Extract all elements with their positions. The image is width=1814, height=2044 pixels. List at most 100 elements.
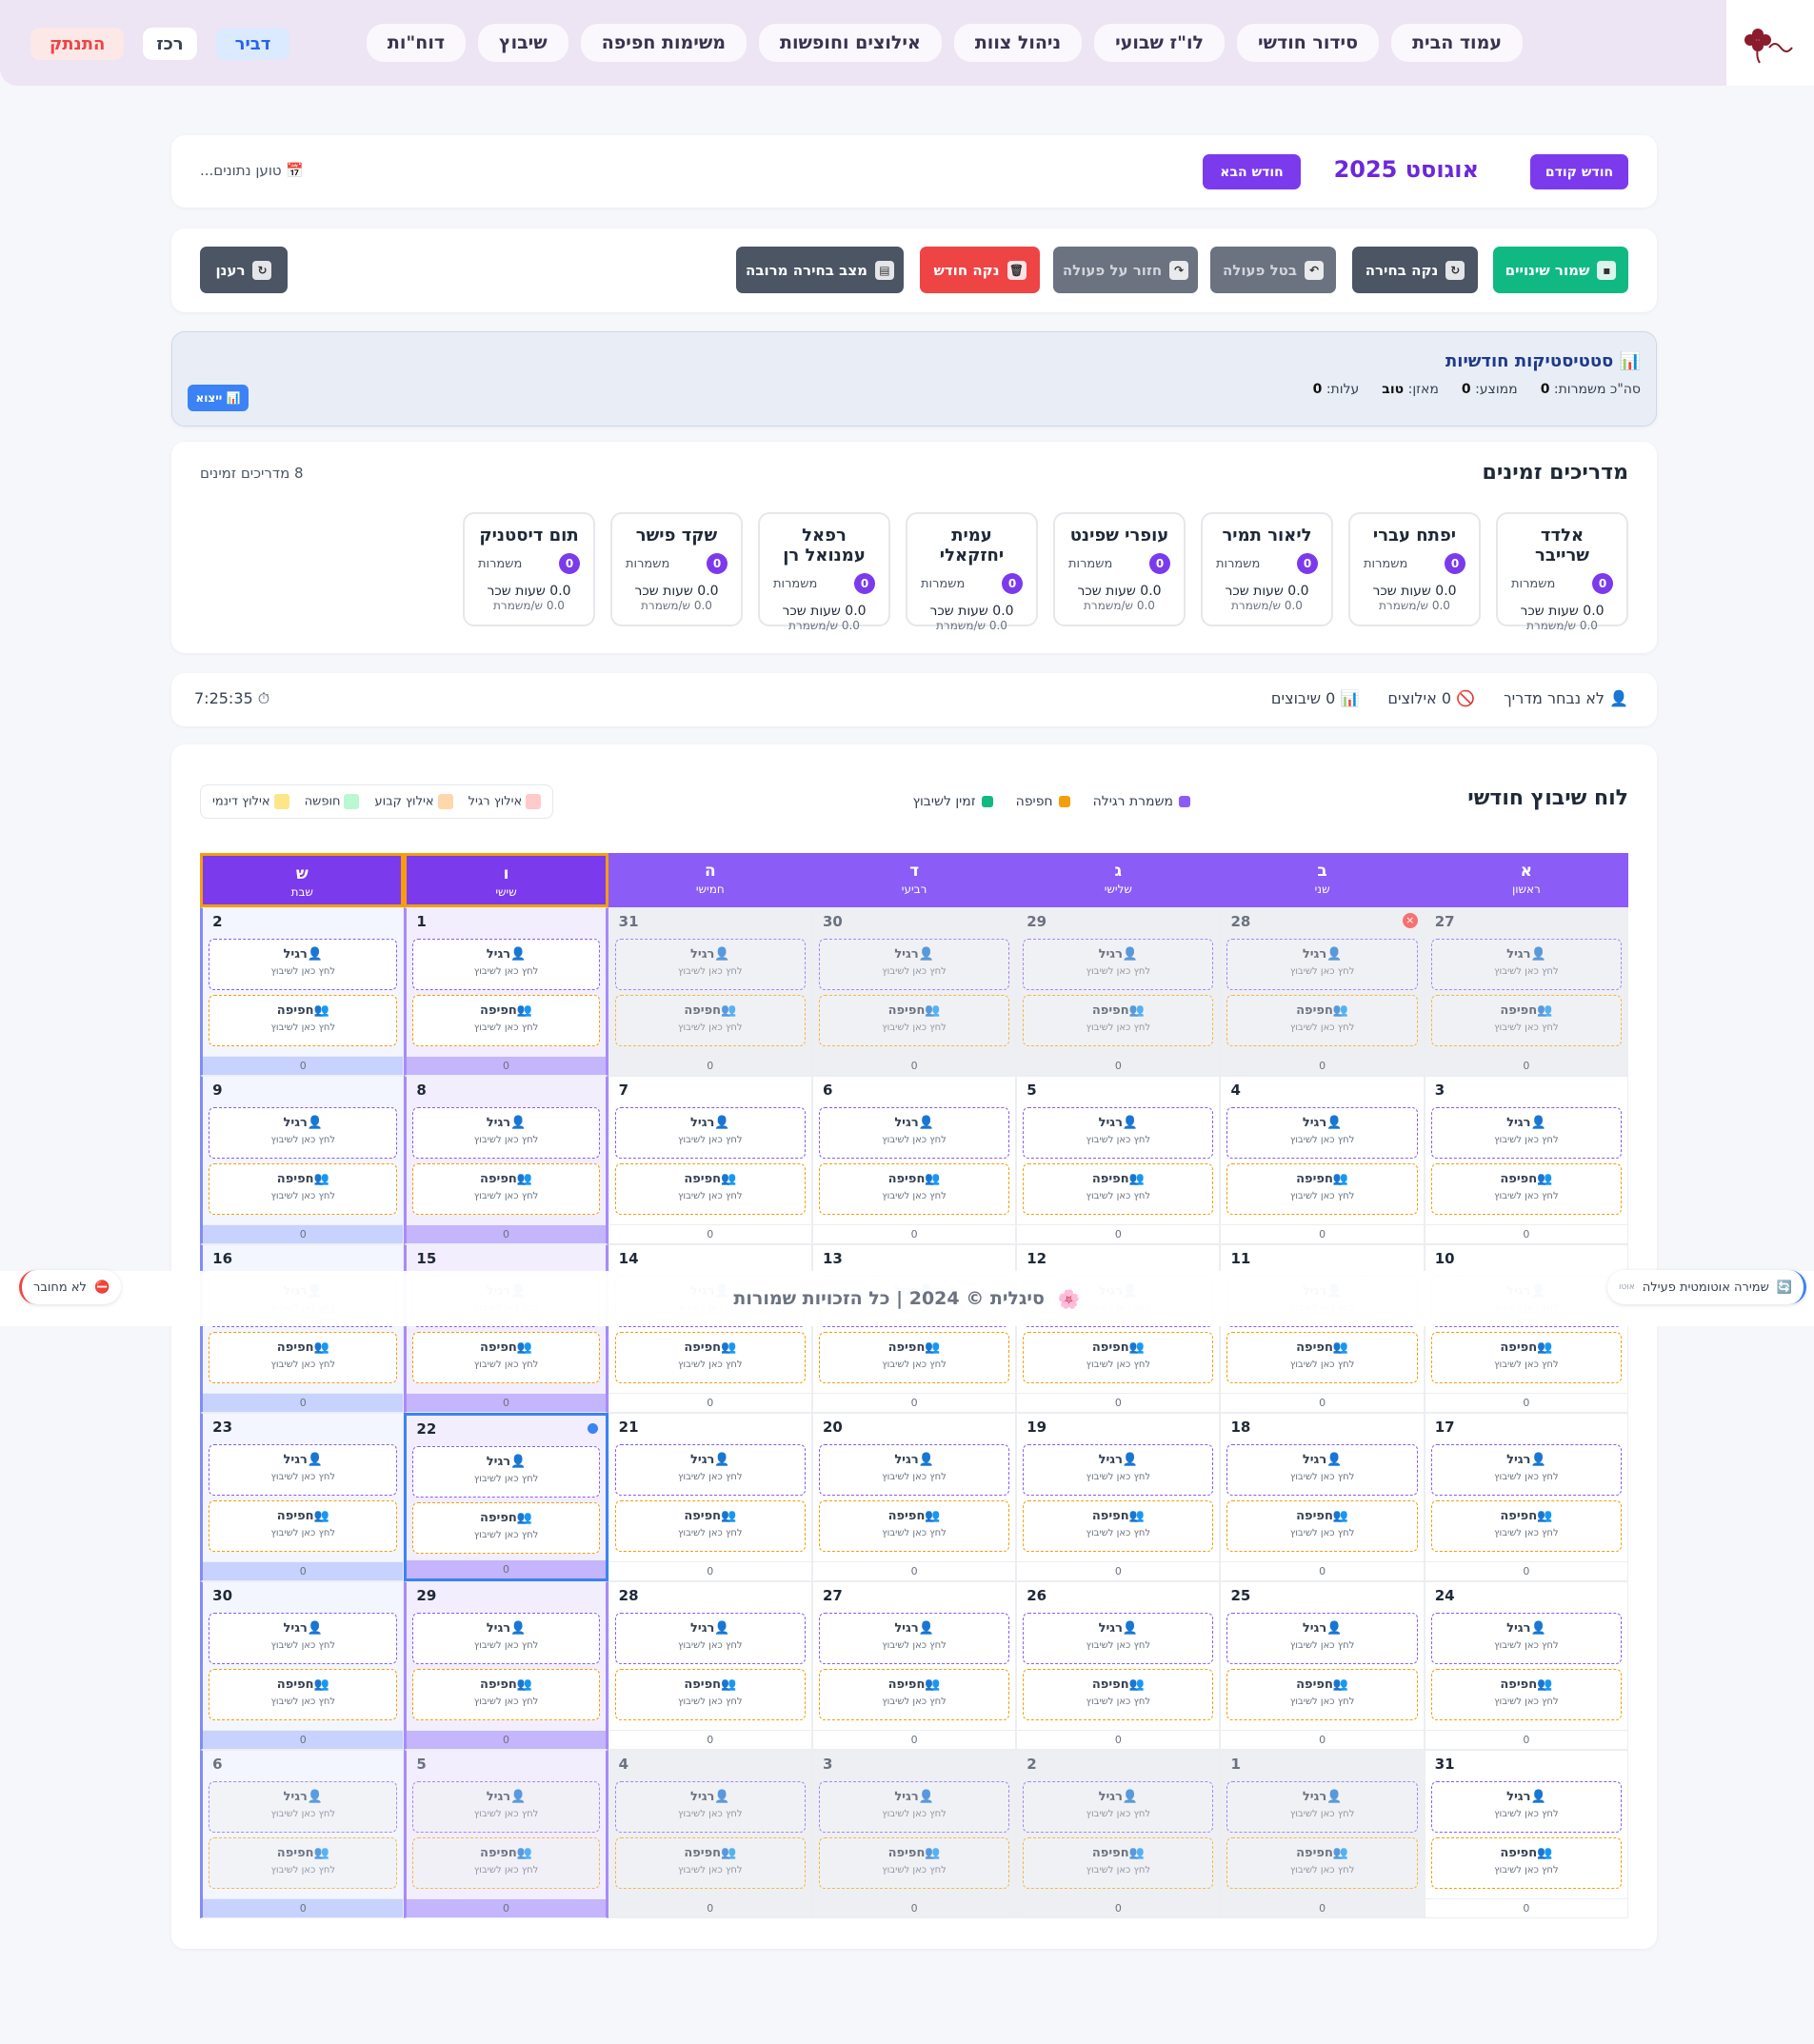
calendar-day[interactable]: 5 👤רגיל לחץ כאן לשיבוץ 👥חפיפה לחץ כאן לשיבוץ… [1016, 1076, 1221, 1244]
swap-shift-slot[interactable]: 👥חפיפה לחץ כאן לשיבוץ [818, 1669, 1010, 1720]
swap-shift-slot[interactable]: 👥חפיפה לחץ כאן לשיבוץ [1226, 1163, 1418, 1215]
calendar-day[interactable]: 16👤רגיללחץ כאן לשיבוץ👥חפיפהלחץ כאן לשיבו… [200, 1244, 405, 1413]
calendar-day[interactable]: 2 👤רגיל לחץ כאן לשיבוץ 👥חפיפה לחץ כאן לשיבוץ… [200, 907, 405, 1076]
swap-shift-slot[interactable]: 👥חפיפה לחץ כאן לשיבוץ [1226, 1837, 1418, 1889]
regular-shift-slot[interactable]: 👤רגיללחץ כאן לשיבוץ [614, 1781, 806, 1833]
guide-card[interactable]: עופרי שפינט 0 משמרות 0.0 שעות שכר 0.0 ש/משמר… [1053, 512, 1186, 626]
swap-shift-slot[interactable]: 👥חפיפה לחץ כאן לשיבוץ [412, 995, 600, 1046]
swap-shift-slot[interactable]: 👥חפיפה לחץ כאן לשיבוץ [209, 1163, 398, 1215]
regular-shift-slot[interactable]: 👤רגיללחץ כאן לשיבוץ [1430, 1613, 1622, 1664]
nav-tab[interactable]: דוח"ות [366, 24, 467, 62]
regular-shift-slot[interactable]: 👤רגיללחץ כאן לשיבוץ [614, 1444, 806, 1496]
multi-select-button[interactable]: ▤ מצב בחירה מרובה [736, 247, 904, 293]
calendar-day[interactable]: 9 👤רגיל לחץ כאן לשיבוץ 👥חפיפה לחץ כאן לשיבוץ… [200, 1076, 405, 1244]
swap-shift-slot[interactable]: 👥חפיפה לחץ כאן לשיבוץ [614, 1500, 806, 1552]
regular-shift-slot[interactable]: 👤רגיללחץ כאן לשיבוץ [412, 1446, 600, 1498]
regular-shift-slot[interactable]: 👤רגיללחץ כאן לשיבוץ [209, 1781, 398, 1833]
calendar-day[interactable]: 24 👤רגיל לחץ כאן לשיבוץ 👥חפיפה לחץ כאן לשיבו… [1424, 1581, 1628, 1750]
guide-card[interactable]: עמית יחזקאלי 0 משמרות 0.0 שעות שכר 0.0 ש/משמ… [906, 512, 1038, 632]
prev-month-button[interactable]: חודש קודם [1530, 154, 1628, 189]
swap-shift-slot[interactable]: 👥חפיפה לחץ כאן לשיבוץ [818, 1332, 1010, 1383]
swap-shift-slot[interactable]: 👥חפיפה לחץ כאן לשיבוץ [1023, 1669, 1214, 1720]
regular-shift-slot[interactable]: 👤רגיללחץ כאן לשיבוץ [1430, 1444, 1622, 1496]
swap-shift-slot[interactable]: 👥חפיפה לחץ כאן לשיבוץ [1023, 1500, 1214, 1552]
guide-card[interactable]: אלדד שרייבר 0 משמרות 0.0 שעות שכר 0.0 ש/משמר… [1496, 512, 1628, 632]
calendar-day[interactable]: 2 👤רגיל לחץ כאן לשיבוץ 👥חפיפה לחץ כאן לשיבוץ… [1016, 1750, 1221, 1918]
swap-shift-slot[interactable]: 👥חפיפה לחץ כאן לשיבוץ [412, 1332, 600, 1383]
next-month-button[interactable]: חודש הבא [1203, 154, 1301, 189]
swap-shift-slot[interactable]: 👥חפיפה לחץ כאן לשיבוץ [209, 1837, 398, 1889]
calendar-day[interactable]: 15👤רגיללחץ כאן לשיבוץ👥חפיפהלחץ כאן לשיבו… [404, 1244, 608, 1413]
regular-shift-slot[interactable]: 👤רגיללחץ כאן לשיבוץ [1023, 1107, 1214, 1159]
swap-shift-slot[interactable]: 👥חפיפה לחץ כאן לשיבוץ [1023, 995, 1214, 1046]
app-logo[interactable] [1726, 0, 1814, 86]
swap-shift-slot[interactable]: 👥חפיפה לחץ כאן לשיבוץ [818, 1500, 1010, 1552]
calendar-day[interactable]: 17 👤רגיל לחץ כאן לשיבוץ 👥חפיפה לחץ כאן לשיבו… [1424, 1413, 1628, 1581]
swap-shift-slot[interactable]: 👥חפיפה לחץ כאן לשיבוץ [1226, 1332, 1418, 1383]
nav-tab[interactable]: שיבוץ [478, 24, 568, 62]
calendar-day[interactable]: 3 👤רגיל לחץ כאן לשיבוץ 👥חפיפה לחץ כאן לשיבוץ… [1424, 1076, 1628, 1244]
swap-shift-slot[interactable]: 👥חפיפה לחץ כאן לשיבוץ [1430, 1837, 1622, 1889]
nav-tab[interactable]: סידור חודשי [1237, 24, 1380, 62]
regular-shift-slot[interactable]: 👤רגיללחץ כאן לשיבוץ [412, 939, 600, 990]
calendar-day[interactable]: 5 👤רגיל לחץ כאן לשיבוץ 👥חפיפה לחץ כאן לשיבוץ… [404, 1750, 608, 1918]
swap-shift-slot[interactable]: 👥חפיפה לחץ כאן לשיבוץ [1226, 1669, 1418, 1720]
regular-shift-slot[interactable]: 👤רגיללחץ כאן לשיבוץ [1430, 939, 1622, 990]
swap-shift-slot[interactable]: 👥חפיפה לחץ כאן לשיבוץ [1226, 1500, 1418, 1552]
regular-shift-slot[interactable]: 👤רגיללחץ כאן לשיבוץ [1226, 1613, 1418, 1664]
regular-shift-slot[interactable]: 👤רגיללחץ כאן לשיבוץ [1226, 1107, 1418, 1159]
calendar-day[interactable]: 7 👤רגיל לחץ כאן לשיבוץ 👥חפיפה לחץ כאן לשיבוץ… [608, 1076, 812, 1244]
regular-shift-slot[interactable]: 👤רגיללחץ כאן לשיבוץ [209, 1107, 398, 1159]
swap-shift-slot[interactable]: 👥חפיפה לחץ כאן לשיבוץ [412, 1163, 600, 1215]
calendar-day[interactable]: 27 👤רגיל לחץ כאן לשיבוץ 👥חפיפה לחץ כאן לשיבו… [811, 1581, 1017, 1750]
swap-shift-slot[interactable]: 👥חפיפה לחץ כאן לשיבוץ [1226, 995, 1418, 1046]
calendar-day[interactable]: 28 × 👤רגיל לחץ כאן לשיבוץ 👥חפיפה לחץ כאן לשיב… [1220, 907, 1425, 1076]
calendar-day[interactable]: 26 👤רגיל לחץ כאן לשיבוץ 👥חפיפה לחץ כאן לשיבו… [1016, 1581, 1221, 1750]
calendar-day[interactable]: 1 👤רגיל לחץ כאן לשיבוץ 👥חפיפה לחץ כאן לשיבוץ… [404, 907, 608, 1076]
swap-shift-slot[interactable]: 👥חפיפה לחץ כאן לשיבוץ [1430, 1669, 1622, 1720]
swap-shift-slot[interactable]: 👥חפיפה לחץ כאן לשיבוץ [614, 1669, 806, 1720]
calendar-day[interactable]: 29 👤רגיל לחץ כאן לשיבוץ 👥חפיפה לחץ כאן לשיבו… [1016, 907, 1221, 1076]
guide-card[interactable]: יפתח עברי 0 משמרות 0.0 שעות שכר 0.0 ש/משמרת [1348, 512, 1481, 626]
swap-shift-slot[interactable]: 👥חפיפה לחץ כאן לשיבוץ [209, 995, 398, 1046]
calendar-day[interactable]: 10👤רגיללחץ כאן לשיבוץ👥חפיפהלחץ כאן לשיבו… [1424, 1244, 1628, 1413]
calendar-day[interactable]: 4 👤רגיל לחץ כאן לשיבוץ 👥חפיפה לחץ כאן לשיבוץ… [1220, 1076, 1425, 1244]
nav-tab[interactable]: אילוצים וחופשות [759, 24, 942, 62]
save-button[interactable]: ▪ שמור שינויים [1493, 247, 1628, 293]
regular-shift-slot[interactable]: 👤רגיללחץ כאן לשיבוץ [1226, 939, 1418, 990]
regular-shift-slot[interactable]: 👤רגיללחץ כאן לשיבוץ [209, 1444, 398, 1496]
regular-shift-slot[interactable]: 👤רגיללחץ כאן לשיבוץ [614, 1107, 806, 1159]
logout-button[interactable]: התנתק [30, 28, 125, 60]
guide-card[interactable]: שקד פישר 0 משמרות 0.0 שעות שכר 0.0 ש/משמרת [610, 512, 743, 626]
clear-selection-button[interactable]: ↻ נקה בחירה [1352, 247, 1478, 293]
regular-shift-slot[interactable]: 👤רגיללחץ כאן לשיבוץ [1226, 1444, 1418, 1496]
guide-card[interactable]: ליאור תמיר 0 משמרות 0.0 שעות שכר 0.0 ש/משמרת [1201, 512, 1333, 626]
swap-shift-slot[interactable]: 👥חפיפה לחץ כאן לשיבוץ [1430, 1500, 1622, 1552]
calendar-day[interactable]: 19 👤רגיל לחץ כאן לשיבוץ 👥חפיפה לחץ כאן לשיבו… [1016, 1413, 1221, 1581]
calendar-day[interactable]: 31 👤רגיל לחץ כאן לשיבוץ 👥חפיפה לחץ כאן לשיבו… [1424, 1750, 1628, 1918]
regular-shift-slot[interactable]: 👤רגיללחץ כאן לשיבוץ [412, 1781, 600, 1833]
swap-shift-slot[interactable]: 👥חפיפה לחץ כאן לשיבוץ [209, 1669, 398, 1720]
swap-shift-slot[interactable]: 👥חפיפה לחץ כאן לשיבוץ [412, 1669, 600, 1720]
redo-button[interactable]: ↷ חזור על פעולה [1053, 247, 1198, 293]
refresh-button[interactable]: ↻ רענן [200, 247, 288, 293]
calendar-day[interactable]: 1 👤רגיל לחץ כאן לשיבוץ 👥חפיפה לחץ כאן לשיבוץ… [1220, 1750, 1425, 1918]
calendar-day[interactable]: 4 👤רגיל לחץ כאן לשיבוץ 👥חפיפה לחץ כאן לשיבוץ… [608, 1750, 812, 1918]
regular-shift-slot[interactable]: 👤רגיללחץ כאן לשיבוץ [614, 939, 806, 990]
clear-month-button[interactable]: 🗑 נקה חודש [920, 247, 1040, 293]
calendar-day[interactable]: 13👤רגיללחץ כאן לשיבוץ👥חפיפהלחץ כאן לשיבו… [811, 1244, 1017, 1413]
calendar-day[interactable]: 12👤רגיללחץ כאן לשיבוץ👥חפיפהלחץ כאן לשיבו… [1016, 1244, 1221, 1413]
swap-shift-slot[interactable]: 👥חפיפה לחץ כאן לשיבוץ [1430, 1332, 1622, 1383]
swap-shift-slot[interactable]: 👥חפיפה לחץ כאן לשיבוץ [614, 995, 806, 1046]
regular-shift-slot[interactable]: 👤רגיללחץ כאן לשיבוץ [818, 1781, 1010, 1833]
calendar-day[interactable]: 23 👤רגיל לחץ כאן לשיבוץ 👥חפיפה לחץ כאן לשיבו… [200, 1413, 405, 1581]
guide-card[interactable]: רפאל עמנואל רן 0 משמרות 0.0 שעות שכר 0.0 ש/מ… [758, 512, 890, 632]
calendar-day[interactable]: 3 👤רגיל לחץ כאן לשיבוץ 👥חפיפה לחץ כאן לשיבוץ… [811, 1750, 1017, 1918]
nav-tab[interactable]: עמוד הבית [1391, 24, 1523, 62]
regular-shift-slot[interactable]: 👤רגיללחץ כאן לשיבוץ [818, 1107, 1010, 1159]
swap-shift-slot[interactable]: 👥חפיפה לחץ כאן לשיבוץ [614, 1163, 806, 1215]
regular-shift-slot[interactable]: 👤רגיללחץ כאן לשיבוץ [412, 1107, 600, 1159]
calendar-day[interactable]: 30 👤רגיל לחץ כאן לשיבוץ 👥חפיפה לחץ כאן לשיבו… [200, 1581, 405, 1750]
swap-shift-slot[interactable]: 👥חפיפה לחץ כאן לשיבוץ [614, 1332, 806, 1383]
regular-shift-slot[interactable]: 👤רגיללחץ כאן לשיבוץ [818, 939, 1010, 990]
